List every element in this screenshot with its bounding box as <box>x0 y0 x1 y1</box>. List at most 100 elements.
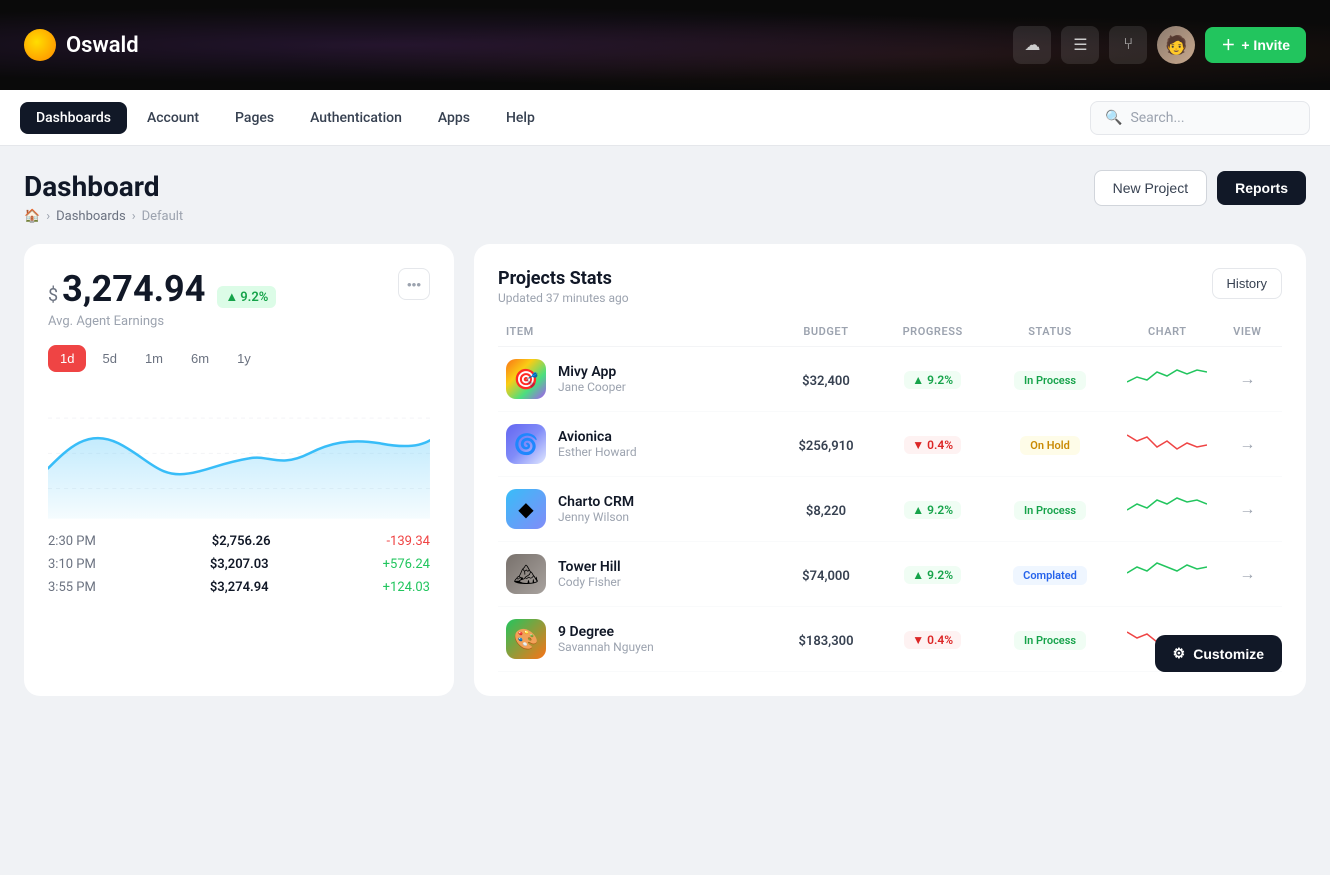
value-label: $3,274.94 <box>210 580 269 595</box>
status-cell: In Process <box>986 369 1114 390</box>
projects-subtitle: Updated 37 minutes ago <box>498 291 629 305</box>
chart-cell <box>1114 557 1221 591</box>
menu-icon-btn[interactable]: ☰ <box>1061 26 1099 64</box>
projects-title: Projects Stats <box>498 268 629 289</box>
customize-button[interactable]: ⚙ Customize <box>1155 635 1282 672</box>
nav-item-account[interactable]: Account <box>131 102 215 134</box>
nav-item-pages[interactable]: Pages <box>219 102 290 134</box>
col-status: STATUS <box>986 325 1114 338</box>
share-icon-btn[interactable]: ⑂ <box>1109 26 1147 64</box>
status-cell: In Process <box>986 499 1114 520</box>
table-row: ◆ Charto CRM Jenny Wilson $8,220 ▲ 9.2% … <box>498 477 1282 542</box>
data-row: 3:10 PM $3,207.03 +576.24 <box>48 557 430 572</box>
budget-cell: $32,400 <box>773 370 880 389</box>
change-label: -139.34 <box>386 534 430 549</box>
chart-cell <box>1114 362 1221 396</box>
item-name: Tower Hill <box>558 559 621 575</box>
item-subname: Cody Fisher <box>558 575 621 589</box>
item-cell: 🏔 Tower Hill Cody Fisher <box>506 554 773 594</box>
dollar-sign: $ <box>48 285 58 306</box>
change-label: +576.24 <box>383 557 430 572</box>
item-subname: Jane Cooper <box>558 380 626 394</box>
search-placeholder: Search... <box>1130 110 1184 126</box>
history-button[interactable]: History <box>1212 268 1282 299</box>
time-label: 2:30 PM <box>48 534 96 549</box>
logo-icon <box>24 29 56 61</box>
breadcrumb-dashboards[interactable]: Dashboards <box>56 209 126 224</box>
card-menu-button[interactable]: ••• <box>398 268 430 300</box>
top-bar-actions: ☁ ☰ ⑂ 🧑 ＋ + Invite <box>1013 26 1306 64</box>
progress-cell: ▲ 9.2% <box>879 369 986 389</box>
nav-item-dashboards[interactable]: Dashboards <box>20 102 127 134</box>
col-budget: BUDGET <box>773 325 880 338</box>
view-button[interactable]: → <box>1239 371 1255 389</box>
item-cell: 🎨 9 Degree Savannah Nguyen <box>506 619 773 659</box>
col-chart: CHART <box>1114 325 1221 338</box>
time-btn-6m[interactable]: 6m <box>179 345 221 372</box>
page-actions: New Project Reports <box>1094 170 1306 206</box>
item-subname: Esther Howard <box>558 445 637 459</box>
item-cell: 🎯 Mivy App Jane Cooper <box>506 359 773 399</box>
budget-cell: $183,300 <box>773 630 880 649</box>
earnings-amount-area: $ 3,274.94 ▲ 9.2% Avg. Agent Earnings <box>48 268 276 329</box>
progress-cell: ▲ 9.2% <box>879 564 986 584</box>
view-button[interactable]: → <box>1239 501 1255 519</box>
data-row: 3:55 PM $3,274.94 +124.03 <box>48 580 430 595</box>
view-cell: → <box>1221 564 1274 584</box>
time-label: 3:10 PM <box>48 557 96 572</box>
item-cell: ◆ Charto CRM Jenny Wilson <box>506 489 773 529</box>
value-label: $2,756.26 <box>212 534 271 549</box>
projects-header: Projects Stats Updated 37 minutes ago Hi… <box>498 268 1282 305</box>
reports-button[interactable]: Reports <box>1217 171 1306 205</box>
time-btn-5d[interactable]: 5d <box>90 345 128 372</box>
time-btn-1m[interactable]: 1m <box>133 345 175 372</box>
sliders-icon: ⚙ <box>1173 645 1186 662</box>
item-name: Avionica <box>558 429 637 445</box>
page-title: Dashboard <box>24 170 183 203</box>
up-arrow-icon: ▲ <box>225 289 238 305</box>
data-row: 2:30 PM $2,756.26 -139.34 <box>48 534 430 549</box>
col-view: VIEW <box>1221 325 1274 338</box>
home-icon: 🏠 <box>24 209 40 224</box>
new-project-button[interactable]: New Project <box>1094 170 1207 206</box>
status-cell: On Hold <box>986 434 1114 455</box>
projects-card: Projects Stats Updated 37 minutes ago Hi… <box>474 244 1306 696</box>
item-subname: Savannah Nguyen <box>558 640 654 654</box>
time-btn-1y[interactable]: 1y <box>225 345 263 372</box>
view-cell: → <box>1221 499 1274 519</box>
logo-text: Oswald <box>66 33 139 58</box>
progress-cell: ▼ 0.4% <box>879 629 986 649</box>
projects-title-area: Projects Stats Updated 37 minutes ago <box>498 268 629 305</box>
time-filters: 1d 5d 1m 6m 1y <box>48 345 430 372</box>
breadcrumb-default: Default <box>142 209 184 224</box>
nav-item-authentication[interactable]: Authentication <box>294 102 418 134</box>
cloud-icon-btn[interactable]: ☁ <box>1013 26 1051 64</box>
earnings-amount: $ 3,274.94 ▲ 9.2% <box>48 268 276 310</box>
nav-item-help[interactable]: Help <box>490 102 551 134</box>
item-icon-mivy: 🎯 <box>506 359 546 399</box>
earnings-card: $ 3,274.94 ▲ 9.2% Avg. Agent Earnings ••… <box>24 244 454 696</box>
invite-button[interactable]: ＋ + Invite <box>1205 27 1306 63</box>
status-cell: Complated <box>986 564 1114 585</box>
avatar[interactable]: 🧑 <box>1157 26 1195 64</box>
earnings-label: Avg. Agent Earnings <box>48 314 276 329</box>
chart-cell <box>1114 492 1221 526</box>
search-box[interactable]: 🔍 Search... <box>1090 101 1310 135</box>
time-btn-1d[interactable]: 1d <box>48 345 86 372</box>
view-cell: → <box>1221 369 1274 389</box>
nav-item-apps[interactable]: Apps <box>422 102 486 134</box>
table-row: 🎯 Mivy App Jane Cooper $32,400 ▲ 9.2% In… <box>498 347 1282 412</box>
view-button[interactable]: → <box>1239 566 1255 584</box>
view-button[interactable]: → <box>1239 436 1255 454</box>
data-rows: 2:30 PM $2,756.26 -139.34 3:10 PM $3,207… <box>48 534 430 595</box>
time-label: 3:55 PM <box>48 580 96 595</box>
budget-cell: $8,220 <box>773 500 880 519</box>
budget-cell: $74,000 <box>773 565 880 584</box>
col-progress: PROGRESS <box>879 325 986 338</box>
item-icon-tower: 🏔 <box>506 554 546 594</box>
table-row: 🌀 Avionica Esther Howard $256,910 ▼ 0.4%… <box>498 412 1282 477</box>
page-title-area: Dashboard 🏠 › Dashboards › Default <box>24 170 183 224</box>
item-subname: Jenny Wilson <box>558 510 634 524</box>
table-row: 🏔 Tower Hill Cody Fisher $74,000 ▲ 9.2% … <box>498 542 1282 607</box>
breadcrumb: 🏠 › Dashboards › Default <box>24 209 183 224</box>
